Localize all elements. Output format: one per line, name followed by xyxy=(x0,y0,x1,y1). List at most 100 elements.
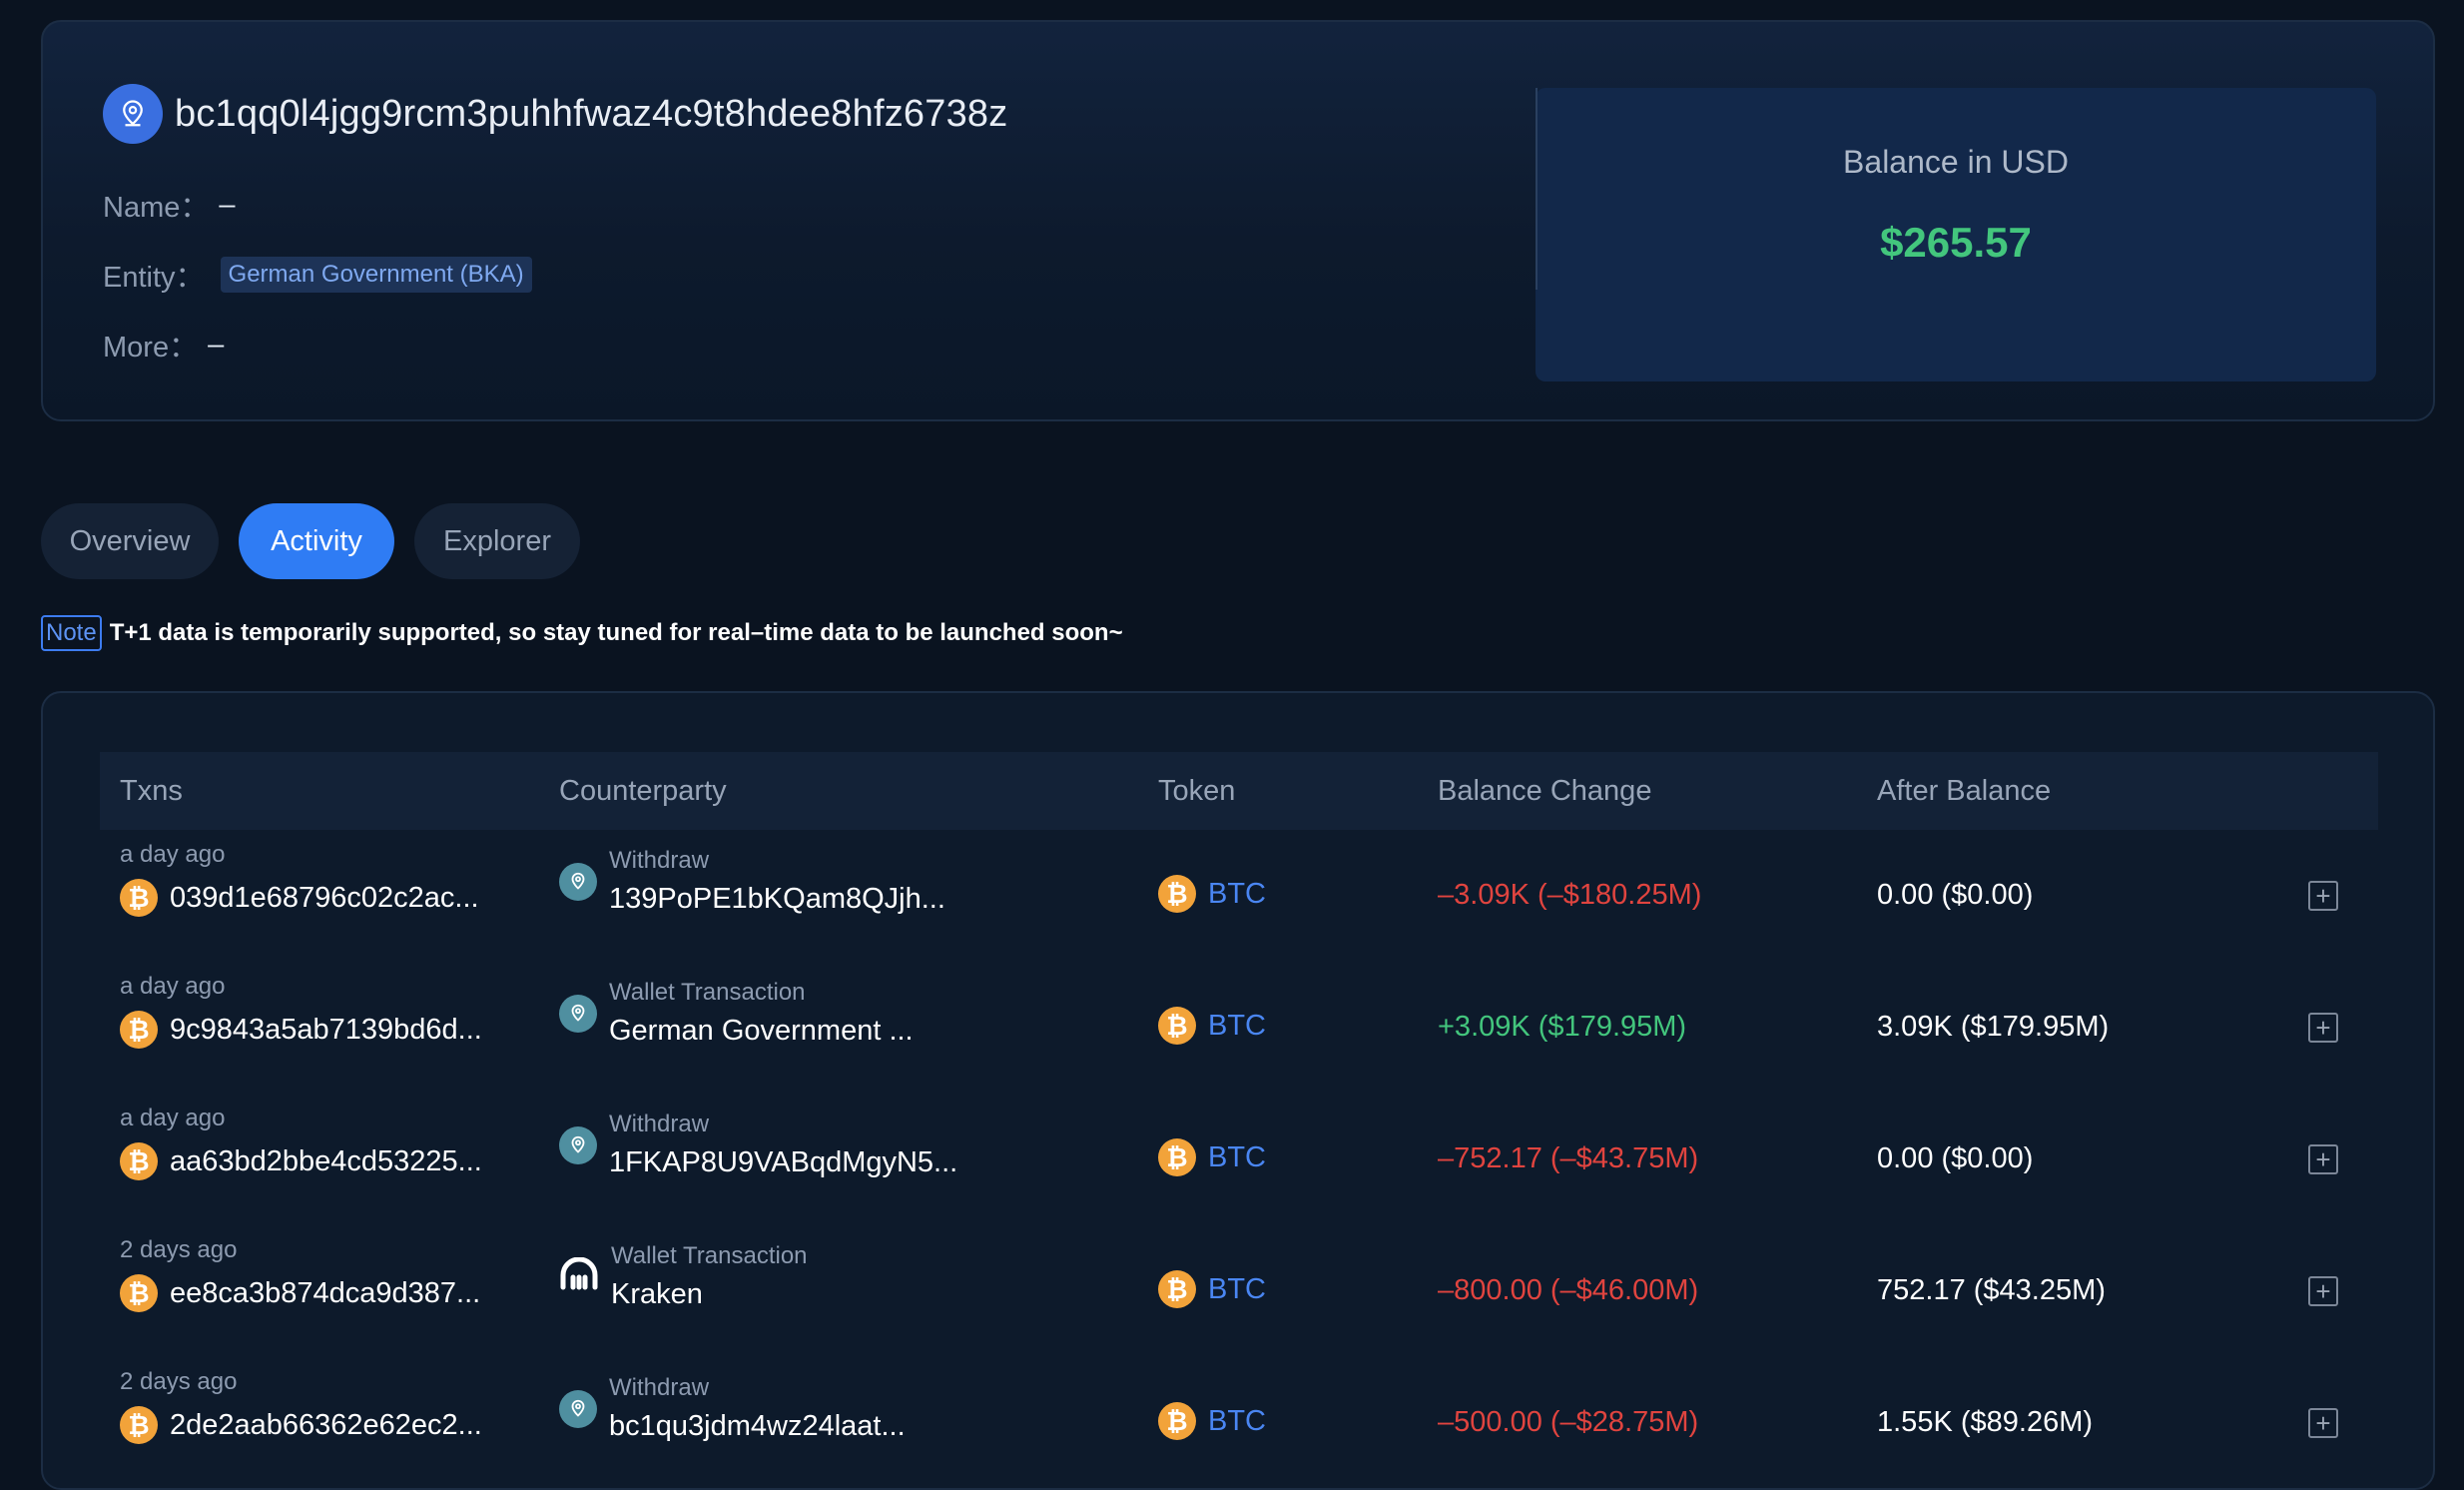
after-balance-cell: 1.55K ($89.26M) xyxy=(1877,1406,2093,1439)
entity-tag[interactable]: German Government (BKA) xyxy=(220,257,532,293)
divider xyxy=(1536,88,1538,290)
txn-cell: 2 days ago ₿ 2de2aab66362e62ec2... xyxy=(120,1368,482,1444)
more-value: – xyxy=(208,328,225,361)
txn-hash[interactable]: ee8ca3b874dca9d387... xyxy=(170,1277,480,1310)
header-after-balance: After Balance xyxy=(1877,774,2052,807)
after-balance: 0.00 ($0.00) xyxy=(1877,1142,2034,1174)
expand-cell: + xyxy=(2308,1408,2338,1438)
counterparty-cell: Withdraw 1FKAP8U9VABqdMgyN5... xyxy=(559,1111,957,1179)
tab-overview[interactable]: Overview xyxy=(41,503,219,579)
counterparty-name[interactable]: bc1qu3jdm4wz24laat... xyxy=(609,1410,906,1443)
txn-hash-line: ₿ aa63bd2bbe4cd53225... xyxy=(120,1142,482,1180)
counterparty-type: Wallet Transaction xyxy=(609,979,806,1006)
bitcoin-icon: ₿ xyxy=(120,1274,158,1312)
counterparty-cell: Wallet Transaction Kraken xyxy=(559,1242,808,1311)
counterparty-name[interactable]: 1FKAP8U9VABqdMgyN5... xyxy=(609,1146,957,1179)
header-balance-change: Balance Change xyxy=(1438,774,1652,807)
txn-time: 2 days ago xyxy=(120,1236,238,1263)
bitcoin-icon: ₿ xyxy=(1158,1007,1196,1045)
table-row: a day ago ₿ 9c9843a5ab7139bd6d... Wallet… xyxy=(100,963,2378,1095)
expand-plus-icon[interactable]: + xyxy=(2308,1408,2338,1438)
location-pin-icon xyxy=(103,84,163,144)
txn-hash[interactable]: 2de2aab66362e62ec2... xyxy=(170,1409,482,1442)
balance-change-cell: –800.00 (–$46.00M) xyxy=(1438,1274,1698,1307)
balance-change: –752.17 (–$43.75M) xyxy=(1438,1142,1699,1174)
bitcoin-icon: ₿ xyxy=(120,1011,158,1049)
balance-label: Balance in USD xyxy=(1843,144,2069,180)
balance-change-cell: –500.00 (–$28.75M) xyxy=(1438,1406,1698,1439)
txn-hash[interactable]: 9c9843a5ab7139bd6d... xyxy=(170,1014,482,1047)
table-row: a day ago ₿ aa63bd2bbe4cd53225... Withdr… xyxy=(100,1095,2378,1226)
entity-label: Entity： xyxy=(103,262,205,294)
location-pin-icon xyxy=(559,1125,597,1164)
location-pin-icon xyxy=(559,1389,597,1428)
balance-change-cell: –3.09K (–$180.25M) xyxy=(1438,879,1701,912)
counterparty-type: Withdraw xyxy=(609,847,710,874)
expand-plus-icon[interactable]: + xyxy=(2308,1013,2338,1043)
header-token: Token xyxy=(1158,774,1236,807)
txn-hash-line: ₿ ee8ca3b874dca9d387... xyxy=(120,1274,480,1312)
counterparty-cell: Withdraw bc1qu3jdm4wz24laat... xyxy=(559,1374,906,1443)
counterparty-type: Withdraw xyxy=(609,1374,710,1401)
balance-change: +3.09K ($179.95M) xyxy=(1438,1011,1687,1043)
tab-bar: Overview Activity Explorer xyxy=(41,503,600,579)
note-banner: Note T+1 data is temporarily supported, … xyxy=(41,615,1123,651)
tab-explorer-label: Explorer xyxy=(443,524,551,557)
token-name[interactable]: BTC xyxy=(1208,1273,1266,1306)
expand-plus-icon[interactable]: + xyxy=(2308,881,2338,911)
token-name[interactable]: BTC xyxy=(1208,1141,1266,1174)
expand-plus-icon[interactable]: + xyxy=(2308,1144,2338,1174)
txn-hash[interactable]: aa63bd2bbe4cd53225... xyxy=(170,1145,482,1178)
entity-row: Entity： German Government (BKA) xyxy=(103,254,532,296)
txn-hash-line: ₿ 2de2aab66362e62ec2... xyxy=(120,1406,482,1444)
wallet-address[interactable]: bc1qq0l4jgg9rcm3puhhfwaz4c9t8hdee8hfz673… xyxy=(175,93,1007,136)
kraken-logo-icon xyxy=(559,1256,599,1296)
after-balance: 3.09K ($179.95M) xyxy=(1877,1011,2110,1043)
token-cell: ₿ BTC xyxy=(1158,875,1266,913)
balance-box: Balance in USD $265.57 xyxy=(1536,88,2376,381)
bitcoin-icon: ₿ xyxy=(1158,1270,1196,1308)
after-balance-cell: 0.00 ($0.00) xyxy=(1877,1142,2033,1175)
counterparty-name[interactable]: German Government ... xyxy=(609,1015,914,1048)
balance-value: $265.57 xyxy=(1880,219,2032,266)
after-balance: 0.00 ($0.00) xyxy=(1877,879,2034,911)
txn-hash[interactable]: 039d1e68796c02c2ac... xyxy=(170,882,479,915)
address-row: bc1qq0l4jgg9rcm3puhhfwaz4c9t8hdee8hfz673… xyxy=(103,84,1007,144)
token-cell: ₿ BTC xyxy=(1158,1270,1266,1308)
token-cell: ₿ BTC xyxy=(1158,1007,1266,1045)
bitcoin-icon: ₿ xyxy=(1158,1402,1196,1440)
balance-change-cell: –752.17 (–$43.75M) xyxy=(1438,1142,1698,1175)
txn-time: a day ago xyxy=(120,973,226,1000)
txn-cell: a day ago ₿ aa63bd2bbe4cd53225... xyxy=(120,1105,482,1180)
balance-change: –3.09K (–$180.25M) xyxy=(1438,879,1702,911)
table-header: Txns Counterparty Token Balance Change A… xyxy=(100,752,2378,830)
token-name[interactable]: BTC xyxy=(1208,878,1266,911)
tab-activity-label: Activity xyxy=(271,524,362,557)
bitcoin-icon: ₿ xyxy=(120,1406,158,1444)
after-balance: 1.55K ($89.26M) xyxy=(1877,1406,2094,1438)
txn-time: a day ago xyxy=(120,1105,226,1131)
counterparty-name[interactable]: 139PoPE1bKQam8QJjh... xyxy=(609,883,945,916)
tab-explorer[interactable]: Explorer xyxy=(414,503,580,579)
tab-activity[interactable]: Activity xyxy=(239,503,394,579)
expand-cell: + xyxy=(2308,1144,2338,1174)
expand-cell: + xyxy=(2308,1013,2338,1043)
expand-plus-icon[interactable]: + xyxy=(2308,1276,2338,1306)
txn-cell: 2 days ago ₿ ee8ca3b874dca9d387... xyxy=(120,1236,480,1312)
token-name[interactable]: BTC xyxy=(1208,1405,1266,1438)
name-label: Name： xyxy=(103,192,210,224)
table-row: a day ago ₿ 039d1e68796c02c2ac... Withdr… xyxy=(100,831,2378,963)
counterparty-name[interactable]: Kraken xyxy=(611,1278,808,1311)
table-row: 2 days ago ₿ ee8ca3b874dca9d387... Walle… xyxy=(100,1226,2378,1358)
expand-cell: + xyxy=(2308,1276,2338,1306)
counterparty-type: Withdraw xyxy=(609,1111,710,1137)
token-name[interactable]: BTC xyxy=(1208,1010,1266,1043)
expand-cell: + xyxy=(2308,881,2338,911)
bitcoin-icon: ₿ xyxy=(120,879,158,917)
location-pin-icon xyxy=(559,994,597,1033)
balance-change-cell: +3.09K ($179.95M) xyxy=(1438,1011,1686,1044)
txn-hash-line: ₿ 039d1e68796c02c2ac... xyxy=(120,879,479,917)
token-cell: ₿ BTC xyxy=(1158,1402,1266,1440)
balance-change: –500.00 (–$28.75M) xyxy=(1438,1406,1699,1438)
txn-cell: a day ago ₿ 9c9843a5ab7139bd6d... xyxy=(120,973,482,1049)
